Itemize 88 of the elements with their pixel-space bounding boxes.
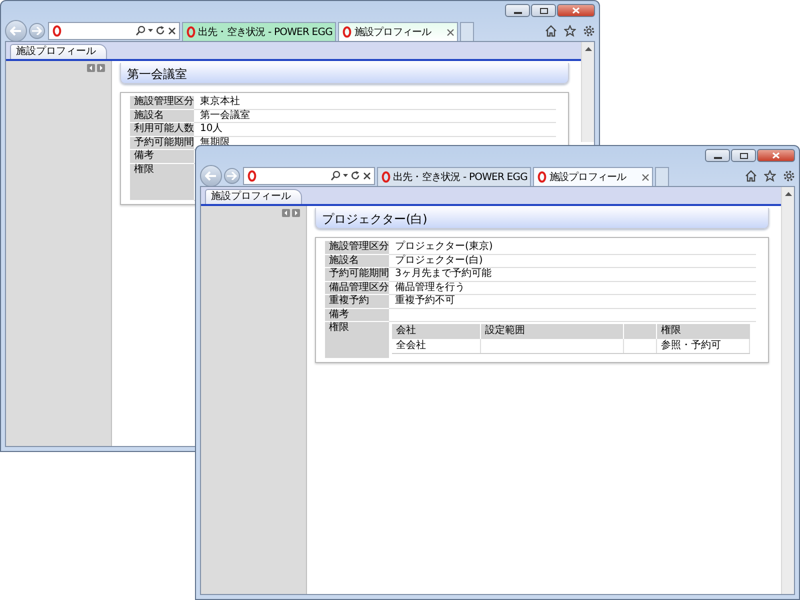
browser-tab[interactable]: 施設プロフィール <box>533 167 654 186</box>
restore-icon <box>740 152 748 158</box>
row-label: 備考 <box>325 308 389 322</box>
row-label: 重複予約 <box>325 295 389 308</box>
column-header: 権限 <box>660 324 682 338</box>
browser-tab[interactable]: 施設プロフィール <box>338 22 458 41</box>
row-label: 施設管理区分 <box>130 96 194 110</box>
left-arrow-icon <box>10 26 22 36</box>
refresh-icon <box>156 26 165 35</box>
favicon-icon <box>342 26 352 38</box>
tab-label[interactable]: 出先・空き状況 - POWER EGG <box>198 25 332 39</box>
table-cell: 全会社 <box>392 338 481 353</box>
row-value: 東京本社 <box>194 96 556 110</box>
tab-label[interactable]: 出先・空き状況 - POWER EGG <box>393 170 528 184</box>
close-icon <box>447 28 454 36</box>
star-icon[interactable] <box>564 24 576 36</box>
right-arrow-icon <box>227 172 237 180</box>
table-cell: 参照・予約可 <box>657 338 750 353</box>
row-value: 3ヶ月先まで予約可能 <box>389 268 756 282</box>
restore-icon <box>540 8 548 14</box>
home-icon[interactable] <box>745 170 757 182</box>
row-label: 備考 <box>130 150 194 164</box>
home-icon[interactable] <box>545 24 557 36</box>
row-label: 利用可能人数 <box>130 123 194 136</box>
favicon-icon <box>186 26 196 38</box>
tab-label[interactable]: 施設プロフィール <box>354 25 432 39</box>
row-value: プロジェクター(白) <box>389 254 756 268</box>
gear-icon[interactable] <box>583 24 595 36</box>
close-icon <box>572 7 580 14</box>
up-arrow-icon <box>584 47 592 51</box>
column-header: 設定範囲 <box>481 324 624 338</box>
right-arrow-icon <box>32 26 42 34</box>
row-value: 第一会議室 <box>194 110 556 123</box>
favicon-icon <box>247 170 257 182</box>
gear-icon[interactable] <box>783 170 795 182</box>
address-field[interactable] <box>243 166 375 184</box>
up-arrow-icon <box>784 192 792 196</box>
row-label: 権限 <box>130 164 194 200</box>
page-heading: 第一会議室 <box>120 63 569 84</box>
minimize-button[interactable] <box>505 4 530 17</box>
back-button[interactable] <box>5 20 27 42</box>
caret-icon <box>343 174 348 177</box>
close-button[interactable] <box>757 149 795 162</box>
favicon-icon <box>381 171 391 183</box>
row-label: 予約可能期間 <box>130 136 194 150</box>
column-header: 会社 <box>392 324 481 338</box>
favicon-icon <box>52 24 62 36</box>
row-value: プロジェクター(東京) <box>389 241 756 254</box>
row-value: 10人 <box>194 123 556 136</box>
close-icon <box>772 152 780 159</box>
star-icon[interactable] <box>764 170 776 182</box>
restore-button[interactable] <box>531 4 556 17</box>
tab-label[interactable]: 施設プロフィール <box>549 170 626 184</box>
back-button[interactable] <box>200 164 222 186</box>
row-label: 権限 <box>325 322 389 359</box>
forward-button[interactable] <box>224 168 240 184</box>
row-label: 予約可能期間 <box>325 268 389 282</box>
search-icon <box>136 26 145 36</box>
row-label: 施設名 <box>325 254 389 268</box>
browser-tab[interactable]: 出先・空き状況 - POWER EGG <box>182 22 336 41</box>
left-arrow-icon <box>205 170 217 180</box>
page-tab[interactable]: 施設プロフィール <box>205 189 302 204</box>
caret-icon <box>148 29 153 32</box>
refresh-icon <box>351 171 360 180</box>
row-value: 備品管理を行う <box>389 282 756 295</box>
right-arrow-icon[interactable] <box>97 64 105 72</box>
page-heading: プロジェクター(白) <box>315 208 769 229</box>
scrollbar[interactable] <box>781 187 794 594</box>
scrollbar[interactable] <box>581 42 594 142</box>
forward-button[interactable] <box>29 22 45 38</box>
restore-button[interactable] <box>731 149 756 162</box>
row-label: 備品管理区分 <box>325 282 389 295</box>
close-icon <box>363 172 371 180</box>
search-icon <box>331 170 340 180</box>
minimize-button[interactable] <box>705 149 730 162</box>
right-arrow-icon[interactable] <box>292 209 300 217</box>
page-tab[interactable]: 施設プロフィール <box>10 44 107 59</box>
close-icon <box>168 26 176 34</box>
row-value: 重複予約不可 <box>389 295 756 308</box>
left-arrow-icon[interactable] <box>87 64 95 72</box>
row-label: 施設名 <box>130 110 194 123</box>
close-icon <box>642 174 650 180</box>
browser-tab[interactable]: 出先・空き状況 - POWER EGG <box>377 167 532 186</box>
address-field[interactable] <box>48 22 180 40</box>
row-label: 施設管理区分 <box>325 241 389 254</box>
close-button[interactable] <box>557 4 595 17</box>
left-arrow-icon[interactable] <box>282 209 290 217</box>
favicon-icon <box>537 171 548 183</box>
